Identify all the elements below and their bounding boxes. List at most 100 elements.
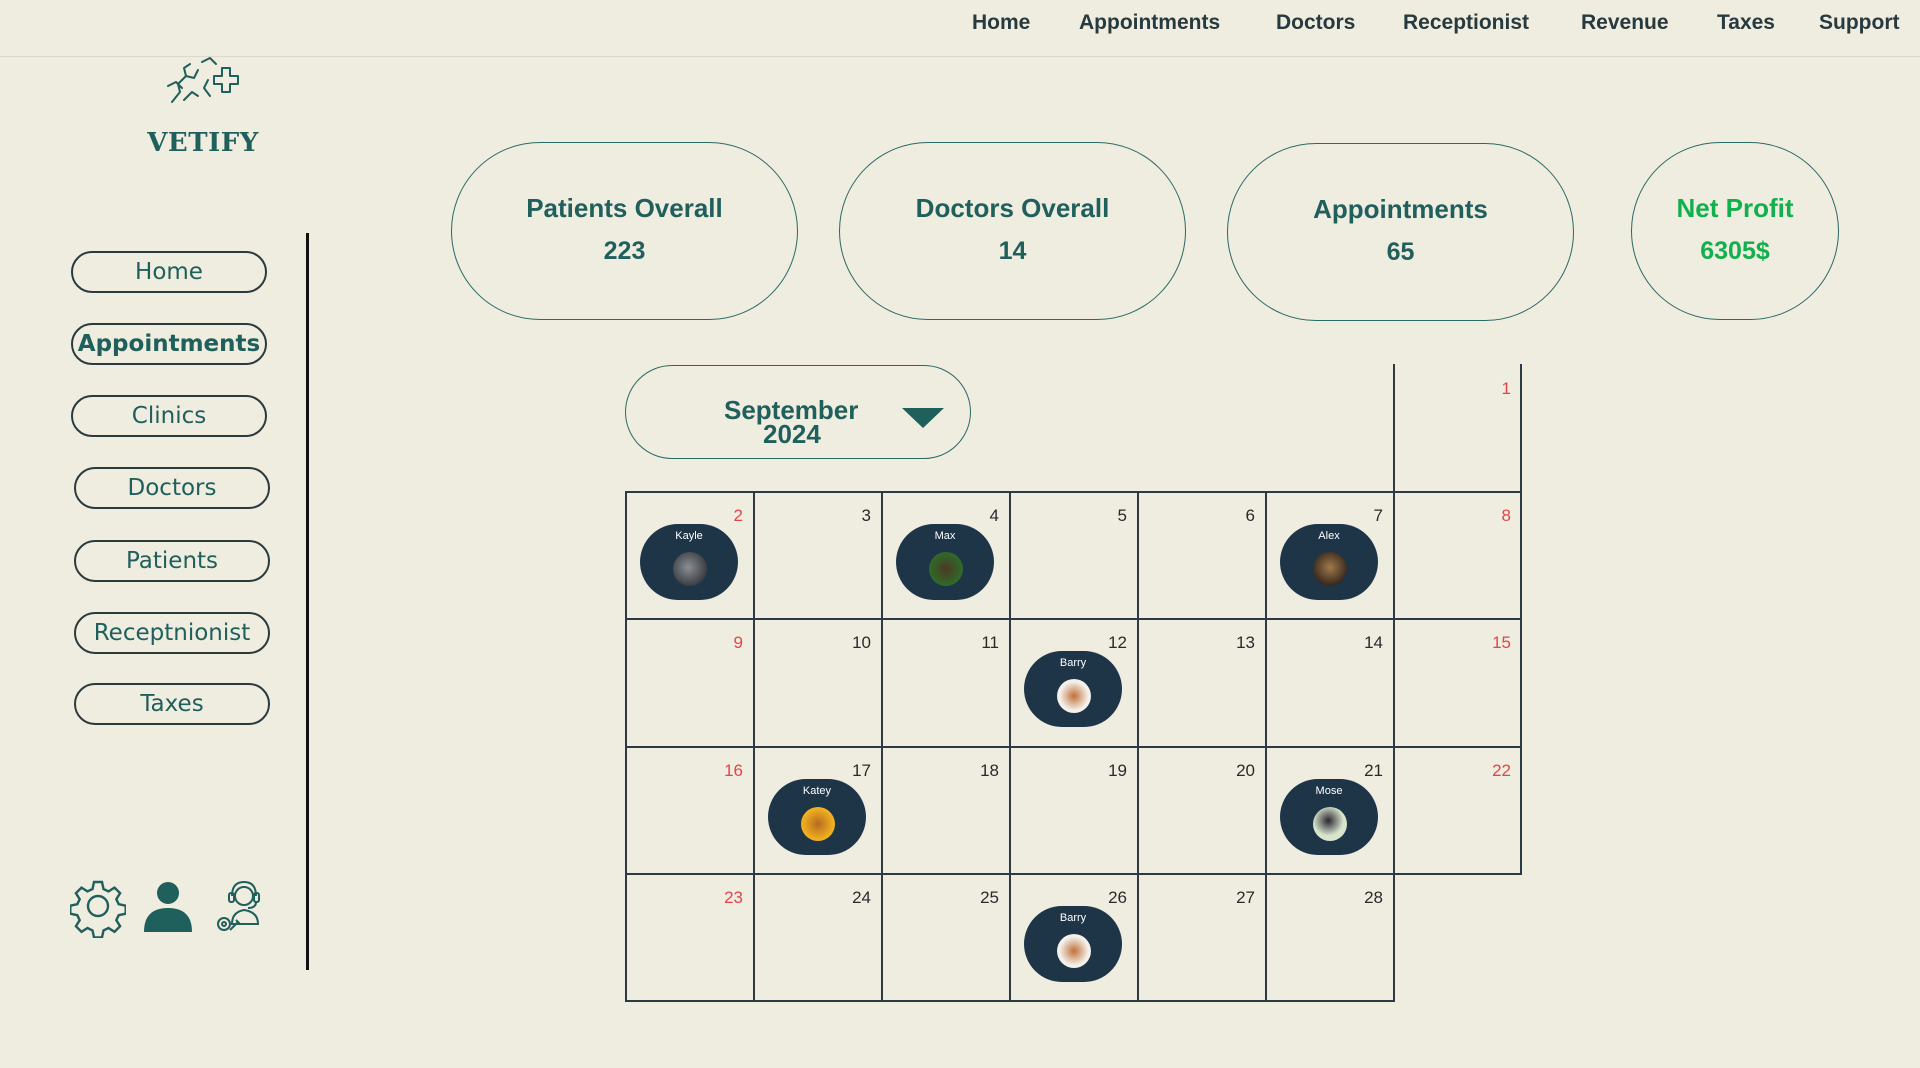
stat-value: 65 xyxy=(1386,238,1415,266)
pet-avatar xyxy=(1057,679,1091,713)
patient-name: Alex xyxy=(1318,530,1340,542)
calendar-day[interactable]: 11 xyxy=(882,619,1009,745)
day-number: 18 xyxy=(980,761,999,780)
appointment-chip[interactable]: Barry xyxy=(1024,906,1122,982)
topnav-taxes[interactable]: Taxes xyxy=(1717,11,1775,35)
patient-name: Barry xyxy=(1059,912,1087,924)
stat-patients-overall: Patients Overall 223 xyxy=(451,142,798,320)
day-number: 21 xyxy=(1364,761,1383,780)
calendar-day[interactable]: 6 xyxy=(1138,492,1265,618)
stat-label: Patients Overall xyxy=(526,193,723,223)
calendar-day[interactable]: 27 xyxy=(1138,874,1265,1000)
sidebar-item-appointments[interactable]: Appointments xyxy=(71,323,267,365)
calendar-day[interactable]: 15 xyxy=(1394,619,1521,745)
day-number: 12 xyxy=(1108,633,1127,652)
calendar-day[interactable]: 13 xyxy=(1138,619,1265,745)
sidebar-item-taxes[interactable]: Taxes xyxy=(74,683,270,725)
appointment-chip[interactable]: Barry xyxy=(1024,651,1122,727)
pet-avatar xyxy=(801,807,835,841)
day-number: 17 xyxy=(852,761,871,780)
calendar-day[interactable]: 23 xyxy=(626,874,753,1000)
sidebar-item-clinics[interactable]: Clinics xyxy=(71,395,267,437)
calendar-day[interactable]: 18 xyxy=(882,747,1009,873)
calendar-day[interactable]: 8 xyxy=(1394,492,1521,618)
calendar-day[interactable]: 24 xyxy=(754,874,881,1000)
appointment-chip[interactable]: Alex xyxy=(1280,524,1378,600)
patient-name: Katey xyxy=(802,785,832,797)
patient-name: Kayle xyxy=(675,530,703,542)
day-number: 25 xyxy=(980,888,999,907)
day-number: 19 xyxy=(1108,761,1127,780)
calendar-day[interactable]: 9 xyxy=(626,619,753,745)
month-year: 2024 xyxy=(763,419,821,449)
calendar-day[interactable]: 3 xyxy=(754,492,881,618)
topnav-receptionist[interactable]: Receptionist xyxy=(1403,11,1529,35)
topnav-appointments[interactable]: Appointments xyxy=(1079,11,1220,35)
day-number: 8 xyxy=(1501,506,1511,525)
day-number: 9 xyxy=(733,633,743,652)
day-number: 7 xyxy=(1373,506,1383,525)
day-number: 16 xyxy=(724,761,743,780)
calendar-day[interactable]: 28 xyxy=(1266,874,1393,1000)
calendar-day[interactable]: 4 Max xyxy=(882,492,1009,618)
calendar-day[interactable]: 7 Alex xyxy=(1266,492,1393,618)
topnav-support[interactable]: Support xyxy=(1819,11,1899,35)
appointment-chip[interactable]: Katey xyxy=(768,779,866,855)
day-number: 5 xyxy=(1117,506,1127,525)
day-number: 26 xyxy=(1108,888,1127,907)
sidebar-item-doctors[interactable]: Doctors xyxy=(74,467,270,509)
sidebar-item-home[interactable]: Home xyxy=(71,251,267,293)
calendar-day[interactable]: 14 xyxy=(1266,619,1393,745)
chevron-down-icon[interactable] xyxy=(902,408,944,428)
pet-avatar xyxy=(1313,807,1347,841)
topnav-home[interactable]: Home xyxy=(972,11,1030,35)
appointment-chip[interactable]: Kayle xyxy=(640,524,738,600)
sidebar-divider xyxy=(306,233,309,970)
day-number: 11 xyxy=(981,633,999,652)
calendar-day[interactable]: 12 Barry xyxy=(1010,619,1137,745)
pet-avatar xyxy=(1057,934,1091,968)
settings-gear-icon[interactable] xyxy=(70,878,126,938)
appointment-chip[interactable]: Mose xyxy=(1280,779,1378,855)
day-number: 20 xyxy=(1236,761,1255,780)
appointment-chip[interactable]: Max xyxy=(896,524,994,600)
calendar-day[interactable]: 2 Kayle xyxy=(626,492,753,618)
stat-appointments: Appointments 65 xyxy=(1227,143,1574,321)
patient-name: Mose xyxy=(1315,785,1343,797)
calendar-day[interactable]: 20 xyxy=(1138,747,1265,873)
calendar-day[interactable]: 17 Katey xyxy=(754,747,881,873)
stat-doctors-overall: Doctors Overall 14 xyxy=(839,142,1186,320)
sidebar-item-receptionist[interactable]: Receptnionist xyxy=(74,612,270,654)
sidebar-item-patients[interactable]: Patients xyxy=(74,540,270,582)
calendar-day[interactable]: 22 xyxy=(1394,747,1521,873)
pet-avatar xyxy=(673,552,707,586)
day-number: 13 xyxy=(1236,633,1255,652)
top-nav: Home Appointments Doctors Receptionist R… xyxy=(0,0,1920,57)
calendar-day[interactable]: 10 xyxy=(754,619,881,745)
day-number: 15 xyxy=(1492,633,1511,652)
stat-label: Net Profit xyxy=(1676,193,1794,223)
calendar-day[interactable]: 5 xyxy=(1010,492,1137,618)
calendar-day[interactable]: 26 Barry xyxy=(1010,874,1137,1000)
user-profile-icon[interactable] xyxy=(140,878,196,938)
month-label: September 2024 xyxy=(724,397,924,449)
patient-name: Barry xyxy=(1059,657,1087,669)
day-number: 1 xyxy=(1501,379,1511,398)
calendar-day[interactable]: 21 Mose xyxy=(1266,747,1393,873)
topnav-doctors[interactable]: Doctors xyxy=(1276,11,1355,35)
stat-value: 6305$ xyxy=(1700,237,1770,265)
calendar-day[interactable]: 16 xyxy=(626,747,753,873)
support-headset-icon[interactable] xyxy=(210,878,266,938)
topnav-revenue[interactable]: Revenue xyxy=(1581,11,1669,35)
day-number: 14 xyxy=(1364,633,1383,652)
day-number: 23 xyxy=(724,888,743,907)
brand-name: VETIFY xyxy=(147,128,259,158)
day-number: 3 xyxy=(861,506,871,525)
calendar-day[interactable]: 1 xyxy=(1394,365,1521,491)
calendar-day[interactable]: 19 xyxy=(1010,747,1137,873)
stat-label: Doctors Overall xyxy=(915,193,1110,223)
calendar-day[interactable]: 25 xyxy=(882,874,1009,1000)
pet-avatar xyxy=(929,552,963,586)
month-selector[interactable]: September 2024 xyxy=(625,365,971,459)
day-number: 22 xyxy=(1492,761,1511,780)
